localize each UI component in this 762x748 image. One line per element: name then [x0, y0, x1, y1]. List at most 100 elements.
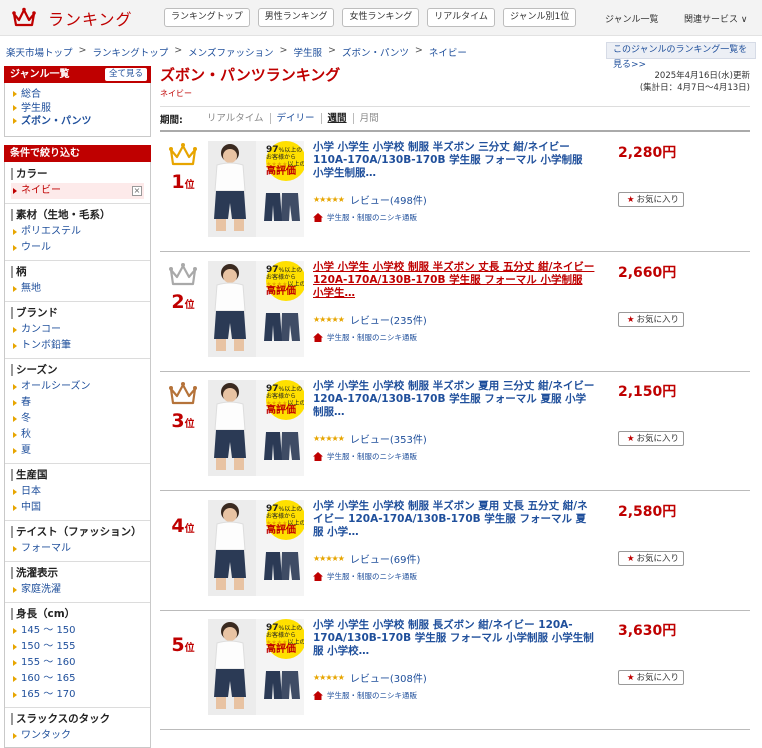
filter-item[interactable]: 155 〜 160: [11, 655, 144, 671]
product-image[interactable]: 97%以上の お客様から ★★★★以上の 高評価: [208, 141, 304, 237]
product-image[interactable]: 97%以上の お客様から ★★★★以上の 高評価: [208, 260, 304, 357]
filter-item-label: 冬: [21, 412, 31, 424]
filter-group: カラーネイビー ×: [5, 166, 150, 203]
filter-item[interactable]: 145 〜 150: [11, 623, 144, 639]
filter-item[interactable]: 家庭洗濯: [11, 582, 144, 598]
shop-name-link[interactable]: 学生服・制服のニシキ通販: [327, 690, 417, 701]
add-favorite-button[interactable]: ★ お気に入り: [618, 311, 684, 327]
filter-item[interactable]: 冬: [11, 411, 144, 427]
filter-item-label: ネイビー: [21, 184, 61, 196]
review-count-link[interactable]: レビュー(69件): [350, 551, 421, 566]
filter-item-label: ウール: [21, 241, 51, 253]
filter-panel[interactable]: カラー ネイビー × 素材（生地・毛系） ポリエステル ウール柄無地 ブランド カンコー トンボ…: [4, 161, 151, 748]
shop-name-link[interactable]: 学生服・制服のニシキ通販: [327, 571, 417, 582]
filter-item[interactable]: 日本: [11, 484, 144, 500]
crown-icon: [164, 262, 202, 291]
crumb-pants[interactable]: ズボン・パンツ: [342, 45, 409, 59]
filter-title: 条件で絞り込む: [10, 147, 80, 159]
product-price: 2,150円: [618, 384, 677, 400]
rating-stars: ★★★★★: [313, 553, 345, 563]
crown-icon: [164, 142, 202, 171]
period-weekly[interactable]: 週間: [322, 113, 354, 124]
page-title: ズボン・パンツランキング: [160, 66, 341, 84]
filter-item[interactable]: 150 〜 155: [11, 639, 144, 655]
related-services-link[interactable]: 関連サービス ∨: [684, 12, 747, 25]
rating-stars: ★★★★★: [313, 434, 345, 443]
genre-list-title: ジャンル一覧: [10, 69, 70, 80]
tab-male-ranking[interactable]: 男性ランキング: [257, 8, 335, 27]
genre-item-school-uniform[interactable]: 学生服: [11, 102, 144, 116]
crumb-navy[interactable]: ネイビー: [429, 45, 467, 59]
product-image[interactable]: 97%以上の お客様から ★★★★以上の 高評価: [208, 619, 304, 715]
filter-item[interactable]: ワンタック: [11, 728, 144, 744]
crown-icon: [164, 381, 202, 410]
add-favorite-button[interactable]: ★ お気に入り: [618, 670, 684, 685]
filter-item[interactable]: 中国: [11, 500, 144, 516]
favorite-star-icon: ★: [626, 313, 635, 324]
tab-realtime[interactable]: リアルタイム: [427, 8, 495, 27]
shop-name-link[interactable]: 学生服・制服のニシキ通販: [327, 332, 417, 343]
filter-item[interactable]: ウール: [11, 240, 144, 256]
period-daily[interactable]: デイリー: [271, 113, 322, 124]
filter-item[interactable]: フォーマル: [11, 541, 144, 557]
crumb-ranking-top[interactable]: ランキングトップ: [92, 45, 168, 59]
filter-item[interactable]: 165 〜 170: [11, 687, 144, 703]
product-image[interactable]: 97%以上の お客様から ★★★★以上の 高評価: [208, 380, 304, 476]
genre-list: 総合 学生服 ズボン・パンツ: [4, 83, 151, 137]
product-name-link[interactable]: 小学 小学生 小学校 制服 半ズボン 夏用 丈長 五分丈 紺/ネイビー 120A…: [313, 500, 595, 539]
product-name-link[interactable]: 小学 小学生 小学校 制服 半ズボン 丈長 五分丈 紺/ネイビー 120A-17…: [313, 261, 595, 300]
filter-item[interactable]: 夏: [11, 443, 144, 459]
review-count-link[interactable]: レビュー(498件): [350, 192, 427, 207]
review-count-link[interactable]: レビュー(308件): [350, 670, 427, 685]
see-all-button[interactable]: 全て見る: [104, 68, 147, 81]
filter-item[interactable]: トンボ鉛筆: [11, 338, 144, 354]
filter-item[interactable]: カンコー: [11, 322, 144, 338]
filter-item-label: 160 〜 165: [21, 672, 76, 684]
filter-item-selected[interactable]: ネイビー ×: [11, 182, 144, 199]
add-favorite-button[interactable]: ★ お気に入り: [618, 192, 684, 207]
favorite-star-icon: ★: [626, 433, 635, 443]
product-image[interactable]: 97%以上の お客様から ★★★★以上の 高評価: [208, 499, 304, 596]
filter-item[interactable]: 160 〜 165: [11, 671, 144, 687]
add-favorite-button[interactable]: ★ お気に入り: [618, 431, 684, 446]
tab-ranking-top[interactable]: ランキングトップ: [164, 8, 250, 27]
filter-item[interactable]: 秋: [11, 427, 144, 443]
filter-item-label: 150 〜 155: [21, 640, 76, 652]
product-name-link[interactable]: 小学 小学生 小学校 制服 半ズボン 夏用 三分丈 紺/ネイビー 120A-17…: [313, 380, 595, 419]
filter-group: 洗濯表示 家庭洗濯: [5, 560, 150, 602]
remove-filter-icon[interactable]: ×: [132, 185, 142, 196]
crumb-school-uniform[interactable]: 学生服: [293, 45, 322, 59]
review-promo-badge: 97%以上の お客様から ★★★★以上の 高評価: [266, 264, 304, 297]
filter-group-title: カラー: [11, 167, 144, 180]
genre-item-pants[interactable]: ズボン・パンツ: [11, 115, 144, 129]
filter-item[interactable]: 無地: [11, 281, 144, 297]
tab-female-ranking[interactable]: 女性ランキング: [342, 8, 420, 27]
product-name-link[interactable]: 小学 小学生 小学校 制服 半ズボン 三分丈 紺/ネイビー 110A-170A/…: [313, 141, 595, 180]
crumb-rakuten-top[interactable]: 楽天市場トップ: [6, 45, 73, 59]
filter-item[interactable]: オールシーズン: [11, 379, 144, 395]
review-count-link[interactable]: レビュー(353件): [350, 431, 427, 446]
add-favorite-button[interactable]: ★ お気に入り: [618, 550, 684, 566]
genre-ranking-list-link[interactable]: このジャンルのランキング一覧を見る>>: [606, 42, 756, 70]
genre-item-all[interactable]: 総合: [11, 88, 144, 102]
review-count-link[interactable]: レビュー(235件): [350, 312, 427, 327]
crumb-separator: >: [327, 45, 336, 56]
filter-item[interactable]: ポリエステル: [11, 224, 144, 240]
ranking-logo[interactable]: ランキング: [12, 6, 133, 30]
shop-info: 学生服・制服のニシキ通販: [313, 212, 417, 223]
review-summary: ★★★★★ レビュー(69件): [313, 551, 420, 566]
filter-item-label: トンボ鉛筆: [21, 339, 71, 351]
genre-list-link[interactable]: ジャンル一覧: [605, 12, 659, 25]
crumb-mens-fashion[interactable]: メンズファッション: [188, 45, 273, 59]
tab-genre-first[interactable]: ジャンル別1位: [502, 8, 577, 27]
shop-info: 学生服・制服のニシキ通販: [313, 571, 417, 582]
filter-item[interactable]: 春: [11, 395, 144, 411]
favorite-label: お気に入り: [636, 552, 680, 563]
filter-group-title: 柄: [11, 265, 144, 278]
favorite-label: お気に入り: [636, 313, 680, 324]
genre-list-header: ジャンル一覧 全て見る: [4, 66, 151, 83]
shop-name-link[interactable]: 学生服・制服のニシキ通販: [327, 451, 417, 462]
product-name-link[interactable]: 小学 小学生 小学校 制服 長ズボン 紺/ネイビー 120A-170A/130B…: [313, 619, 595, 658]
shop-name-link[interactable]: 学生服・制服のニシキ通販: [327, 212, 417, 223]
review-promo-badge: 97%以上の お客様から ★★★★以上の 高評価: [266, 384, 304, 416]
